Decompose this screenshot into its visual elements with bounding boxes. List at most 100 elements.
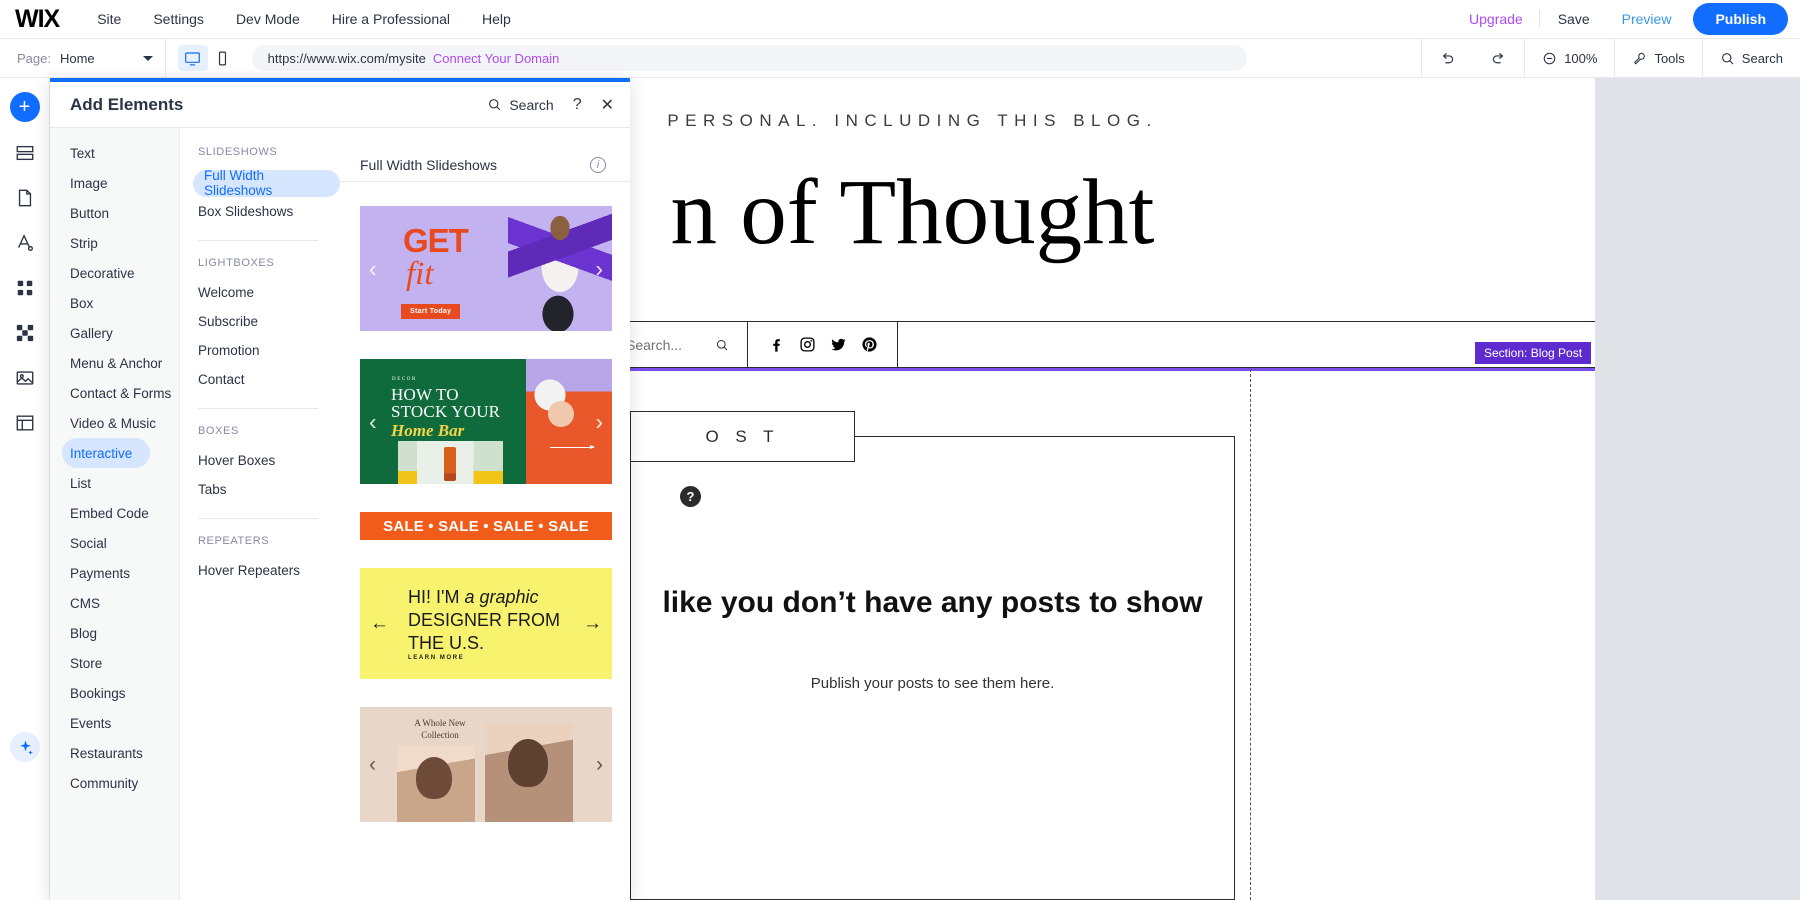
- upgrade-button[interactable]: Upgrade: [1453, 11, 1539, 27]
- subitem-hover-boxes[interactable]: Hover Boxes: [198, 446, 340, 475]
- top-bar-actions: Upgrade Save Preview Publish: [1453, 3, 1800, 35]
- site-url-bar[interactable]: https://www.wix.com/mysite Connect Your …: [252, 45, 1247, 71]
- thumbnail-get-fit[interactable]: GET fit Start Today ‹ ›: [360, 206, 612, 331]
- instagram-icon[interactable]: [799, 336, 816, 353]
- twitter-icon[interactable]: [830, 336, 847, 353]
- category-strip[interactable]: Strip: [50, 228, 179, 258]
- menu-dev-mode[interactable]: Dev Mode: [236, 11, 300, 27]
- wix-logo[interactable]: WIX: [15, 5, 59, 34]
- redo-button[interactable]: [1473, 39, 1524, 78]
- subitem-full-width-slideshows[interactable]: Full Width Slideshows: [193, 170, 340, 197]
- add-section-icon[interactable]: [10, 138, 40, 168]
- category-payments[interactable]: Payments: [50, 558, 179, 588]
- category-events[interactable]: Events: [50, 708, 179, 738]
- editor-search-button[interactable]: Search: [1703, 39, 1800, 78]
- category-store[interactable]: Store: [50, 648, 179, 678]
- mobile-view-button[interactable]: [208, 45, 238, 71]
- thumbnail-new-collection[interactable]: A Whole New Collection ‹ ›: [360, 707, 612, 822]
- top-menu: Site Settings Dev Mode Hire a Profession…: [97, 11, 511, 27]
- close-icon[interactable]: ✕: [601, 95, 614, 115]
- category-box[interactable]: Box: [50, 288, 179, 318]
- thumb-designer-text: HI! I'M a graphic DESIGNER FROM THE U.S.: [408, 586, 560, 655]
- desktop-view-button[interactable]: [178, 45, 208, 71]
- category-social[interactable]: Social: [50, 528, 179, 558]
- category-blog[interactable]: Blog: [50, 618, 179, 648]
- cms-icon[interactable]: [10, 408, 40, 438]
- panel-thumbnail-column: Full Width Slideshows i GET fit Start To…: [340, 128, 630, 900]
- subitem-subscribe[interactable]: Subscribe: [198, 307, 340, 336]
- category-bookings[interactable]: Bookings: [50, 678, 179, 708]
- panel-help-icon[interactable]: ?: [573, 96, 582, 114]
- panel-header: Add Elements Search ? ✕: [50, 82, 630, 128]
- ai-assistant-button[interactable]: [10, 732, 40, 762]
- category-video-and-music[interactable]: Video & Music: [50, 408, 179, 438]
- info-icon[interactable]: i: [590, 157, 606, 173]
- category-restaurants[interactable]: Restaurants: [50, 738, 179, 768]
- category-image[interactable]: Image: [50, 168, 179, 198]
- menu-help[interactable]: Help: [482, 11, 511, 27]
- thumbnail-graphic-designer[interactable]: HI! I'M a graphic DESIGNER FROM THE U.S.…: [360, 568, 612, 679]
- divider: [198, 518, 318, 519]
- category-button[interactable]: Button: [50, 198, 179, 228]
- current-page-name[interactable]: Home: [60, 51, 95, 66]
- chevron-down-icon[interactable]: [143, 56, 153, 61]
- thumbnail-home-bar[interactable]: DECOR HOW TO STOCK YOUR Home Bar ‹ ›: [360, 359, 612, 484]
- menu-site[interactable]: Site: [97, 11, 121, 27]
- category-embed-code[interactable]: Embed Code: [50, 498, 179, 528]
- media-icon[interactable]: [10, 363, 40, 393]
- publish-button[interactable]: Publish: [1693, 3, 1788, 35]
- panel-title: Add Elements: [70, 95, 183, 115]
- panel-category-list: Text Image Button Strip Decorative Box G…: [50, 128, 180, 900]
- category-community[interactable]: Community: [50, 768, 179, 798]
- design-icon[interactable]: [10, 228, 40, 258]
- my-designs-icon[interactable]: [10, 318, 40, 348]
- next-slide-icon[interactable]: →: [583, 613, 602, 635]
- next-slide-icon[interactable]: ›: [595, 257, 603, 280]
- prev-slide-icon[interactable]: ‹: [369, 410, 377, 433]
- subitem-tabs[interactable]: Tabs: [198, 475, 340, 504]
- apps-icon[interactable]: [10, 273, 40, 303]
- category-list[interactable]: List: [50, 468, 179, 498]
- subitem-hover-repeaters[interactable]: Hover Repeaters: [198, 556, 340, 585]
- facebook-icon[interactable]: [768, 336, 785, 353]
- thumbnail-header: Full Width Slideshows i: [340, 148, 630, 182]
- subitem-box-slideshows[interactable]: Box Slideshows: [198, 197, 340, 226]
- subitem-contact[interactable]: Contact: [198, 365, 340, 394]
- category-gallery[interactable]: Gallery: [50, 318, 179, 348]
- zoom-control[interactable]: 100%: [1525, 39, 1614, 78]
- thumbnail-sale-banner[interactable]: SALE • SALE • SALE • SALE: [360, 512, 612, 540]
- thumb-sale-text: SALE • SALE • SALE • SALE: [383, 518, 589, 535]
- next-slide-icon[interactable]: ›: [595, 410, 603, 433]
- empty-state-subtitle: Publish your posts to see them here.: [630, 675, 1235, 692]
- section-tag-blog-post[interactable]: Section: Blog Post: [1475, 342, 1591, 364]
- menu-hire-a-professional[interactable]: Hire a Professional: [332, 11, 450, 27]
- group-title-boxes: BOXES: [198, 425, 340, 437]
- next-slide-icon[interactable]: ›: [596, 753, 603, 777]
- preview-button[interactable]: Preview: [1608, 11, 1686, 27]
- add-elements-panel[interactable]: Add Elements Search ? ✕ Text Image Butto…: [50, 78, 630, 900]
- tools-button[interactable]: Tools: [1615, 39, 1701, 78]
- category-interactive[interactable]: Interactive: [62, 438, 150, 468]
- panel-subcategory-list: SLIDESHOWS Full Width Slideshows Box Sli…: [180, 128, 340, 900]
- help-icon[interactable]: ?: [680, 486, 701, 507]
- add-elements-button[interactable]: +: [10, 92, 40, 122]
- category-menu-and-anchor[interactable]: Menu & Anchor: [50, 348, 179, 378]
- menu-settings[interactable]: Settings: [153, 11, 204, 27]
- category-cms[interactable]: CMS: [50, 588, 179, 618]
- prev-slide-icon[interactable]: ‹: [369, 257, 377, 280]
- subitem-welcome[interactable]: Welcome: [198, 278, 340, 307]
- category-decorative[interactable]: Decorative: [50, 258, 179, 288]
- pages-icon[interactable]: [10, 183, 40, 213]
- thumb-designer-l3: THE U.S.: [408, 633, 484, 653]
- prev-slide-icon[interactable]: ←: [370, 613, 389, 635]
- subitem-promotion[interactable]: Promotion: [198, 336, 340, 365]
- category-contact-and-forms[interactable]: Contact & Forms: [50, 378, 179, 408]
- thumb-collection-l2: Collection: [421, 730, 459, 740]
- panel-search-button[interactable]: Search: [487, 97, 553, 113]
- undo-button[interactable]: [1422, 39, 1473, 78]
- pinterest-icon[interactable]: [861, 336, 878, 353]
- category-text[interactable]: Text: [50, 138, 179, 168]
- prev-slide-icon[interactable]: ‹: [369, 753, 376, 777]
- connect-domain-link[interactable]: Connect Your Domain: [433, 51, 559, 66]
- save-button[interactable]: Save: [1540, 11, 1608, 27]
